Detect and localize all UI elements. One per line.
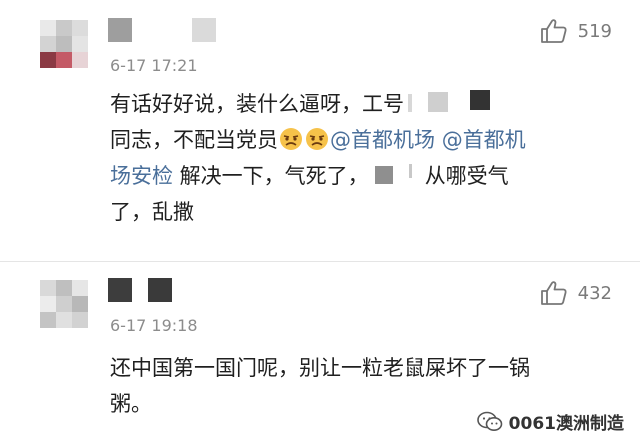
wechat-icon [476, 411, 502, 431]
watermark: 0061澳洲制造 [476, 409, 624, 434]
angry-face-emoji [278, 126, 304, 162]
mention-link[interactable]: @首都机场 [330, 128, 435, 152]
like-button[interactable]: 432 [540, 280, 612, 306]
mention-link[interactable]: 场安检 [110, 164, 173, 188]
like-count: 519 [577, 20, 612, 42]
redaction-mosaic [404, 89, 492, 125]
comment-timestamp: 6-17 19:18 [110, 316, 198, 335]
comment-text: 有话好好说，装什么逼呀，工号 同志，不配当党员 @首都机场 @首都机 场安检 解决… [110, 86, 620, 230]
avatar[interactable] [40, 20, 88, 68]
angry-face-emoji [304, 126, 330, 162]
watermark-text: 0061澳洲制造 [508, 414, 624, 434]
like-count: 432 [577, 282, 612, 304]
mention-link[interactable]: @首都机 [442, 128, 526, 152]
thumbs-up-icon [540, 19, 567, 43]
comment-timestamp: 6-17 17:21 [110, 56, 198, 75]
like-button[interactable]: 519 [540, 18, 612, 44]
avatar[interactable] [40, 280, 88, 328]
comment-item: 6-17 17:21 519 有话好好说，装什么逼呀，工号 同志，不配当党员 @首… [0, 0, 640, 262]
thumbs-up-icon [540, 281, 567, 305]
redaction-mosaic [369, 161, 425, 197]
